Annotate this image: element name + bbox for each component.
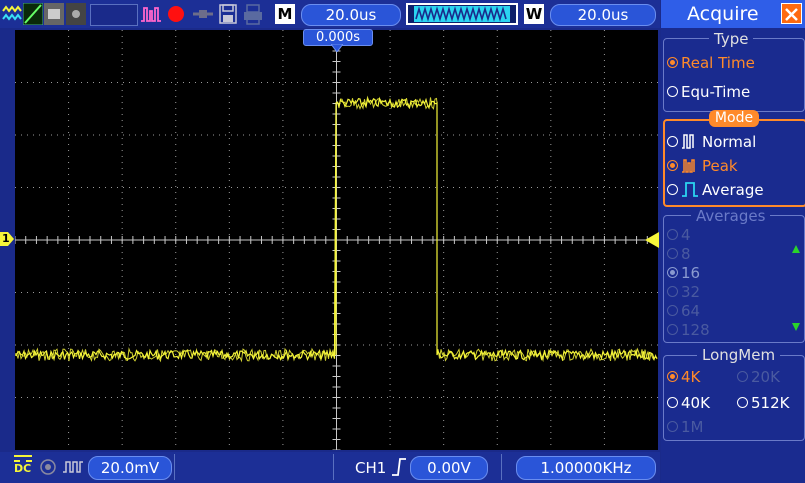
printer-icon[interactable] [242, 3, 264, 25]
close-icon [785, 8, 798, 21]
mode-option-peak[interactable]: Peak [667, 157, 738, 175]
trigger-level-display[interactable]: 0.00V [410, 456, 488, 480]
status-field [90, 4, 138, 26]
radio-icon [667, 160, 678, 171]
radio-icon [667, 184, 678, 195]
longmem-option-label: 20K [751, 368, 780, 386]
radio-icon [667, 371, 678, 382]
longmem-option-label: 1M [681, 418, 704, 436]
frequency-display: 1.00000KHz [516, 456, 656, 480]
window-timebase-display[interactable]: 20.0us [550, 4, 656, 26]
averages-option[interactable]: 8 [667, 245, 691, 263]
averages-option[interactable]: 4 [667, 226, 691, 244]
window-timebase-marker: W [524, 4, 544, 24]
peak-mode-icon [141, 7, 161, 22]
longmem-option-4k[interactable]: 4K [667, 368, 700, 386]
record-icon[interactable] [165, 3, 187, 25]
averages-option-label: 8 [681, 245, 691, 263]
normal-mode-icon [682, 134, 694, 149]
menu-header: Acquire [661, 0, 805, 28]
averages-option-label: 16 [681, 264, 701, 282]
acquire-menu: Acquire Type Real Time Equ-Time Mode Nor… [661, 0, 805, 483]
volts-per-div-display[interactable]: 20.0mV [88, 456, 172, 480]
oscilloscope-screen: M 20.0us W 20.0us 0.000s 1 DC 20.0mV CH1… [0, 0, 805, 483]
peak-mode-icon [682, 159, 695, 173]
trigger-level-marker-icon[interactable] [645, 232, 659, 248]
averages-option[interactable]: 128 [667, 321, 710, 339]
averages-header: Averages [691, 207, 771, 225]
waveform-grid[interactable] [15, 30, 658, 450]
divider [333, 454, 334, 480]
radio-icon [667, 286, 678, 297]
radio-icon [667, 421, 678, 432]
type-header: Type [709, 30, 754, 48]
timebase-display[interactable]: 20.0us [301, 4, 401, 26]
radio-icon [667, 248, 678, 259]
bottom-status-bar: DC 20.0mV CH1 0.00V 1.00000KHz [0, 452, 660, 483]
close-button[interactable] [781, 3, 802, 24]
usb-icon [66, 3, 86, 25]
waveform-display-icon[interactable] [2, 3, 22, 25]
longmem-option-1m[interactable]: 1M [667, 418, 704, 436]
divider [174, 454, 175, 480]
mode-option-normal[interactable]: Normal [667, 133, 756, 151]
longmem-option-label: 512K [751, 394, 790, 412]
mode-option-label: Average [702, 181, 764, 199]
save-icon[interactable] [218, 3, 238, 25]
scroll-down-icon[interactable] [791, 322, 801, 332]
averages-option-label: 64 [681, 302, 701, 320]
longmem-header: LongMem [697, 346, 781, 364]
radio-icon [737, 397, 748, 408]
type-option-label: Equ-Time [681, 83, 751, 101]
radio-icon [667, 86, 678, 97]
averages-option-label: 128 [681, 321, 710, 339]
main-timebase-marker: M [275, 4, 295, 24]
trigger-source-label: CH1 [355, 459, 387, 477]
ch1-offset-marker[interactable]: 1 [0, 232, 14, 246]
longmem-option-512k[interactable]: 512K [737, 394, 789, 412]
invert-icon [40, 459, 56, 475]
averages-option[interactable]: 16 [667, 264, 700, 282]
longmem-option-20k[interactable]: 20K [737, 368, 780, 386]
mode-option-average[interactable]: Average [667, 181, 764, 199]
radio-icon [667, 229, 678, 240]
radio-icon [667, 267, 678, 278]
mode-header: Mode [709, 110, 759, 127]
radio-icon [667, 397, 678, 408]
radio-icon [667, 136, 678, 147]
type-option-equ-time[interactable]: Equ-Time [667, 83, 750, 101]
average-mode-icon [682, 182, 698, 197]
rising-edge-icon [392, 458, 406, 476]
radio-icon [737, 371, 748, 382]
ch1-trace-peak [15, 95, 658, 363]
scroll-up-icon[interactable] [791, 244, 801, 254]
xy-mode-icon[interactable] [23, 3, 43, 25]
longmem-option-40k[interactable]: 40K [667, 394, 710, 412]
mode-option-label: Normal [702, 133, 757, 151]
longmem-option-label: 4K [681, 368, 701, 386]
averages-option-label: 4 [681, 226, 691, 244]
bandwidth-limit-icon [63, 461, 83, 473]
ch1-marker-label: 1 [2, 232, 10, 245]
type-option-real-time[interactable]: Real Time [667, 54, 755, 72]
radio-icon [667, 305, 678, 316]
longmem-option-label: 40K [681, 394, 710, 412]
mode-option-label: Peak [702, 157, 738, 175]
memory-window-bar[interactable] [406, 3, 518, 25]
connection-icon [193, 10, 213, 18]
trigger-position-arrow-icon[interactable] [331, 44, 343, 52]
coupling-label: DC [14, 462, 32, 475]
averages-option[interactable]: 32 [667, 283, 700, 301]
top-toolbar: M 20.0us W 20.0us [0, 0, 660, 28]
print-screen-icon[interactable] [44, 3, 64, 25]
averages-option[interactable]: 64 [667, 302, 700, 320]
divider [501, 454, 502, 480]
type-option-label: Real Time [681, 54, 755, 72]
coupling-icon: DC [14, 455, 34, 475]
averages-option-label: 32 [681, 283, 701, 301]
radio-icon [667, 324, 678, 335]
radio-icon [667, 57, 678, 68]
menu-title: Acquire [687, 3, 759, 25]
